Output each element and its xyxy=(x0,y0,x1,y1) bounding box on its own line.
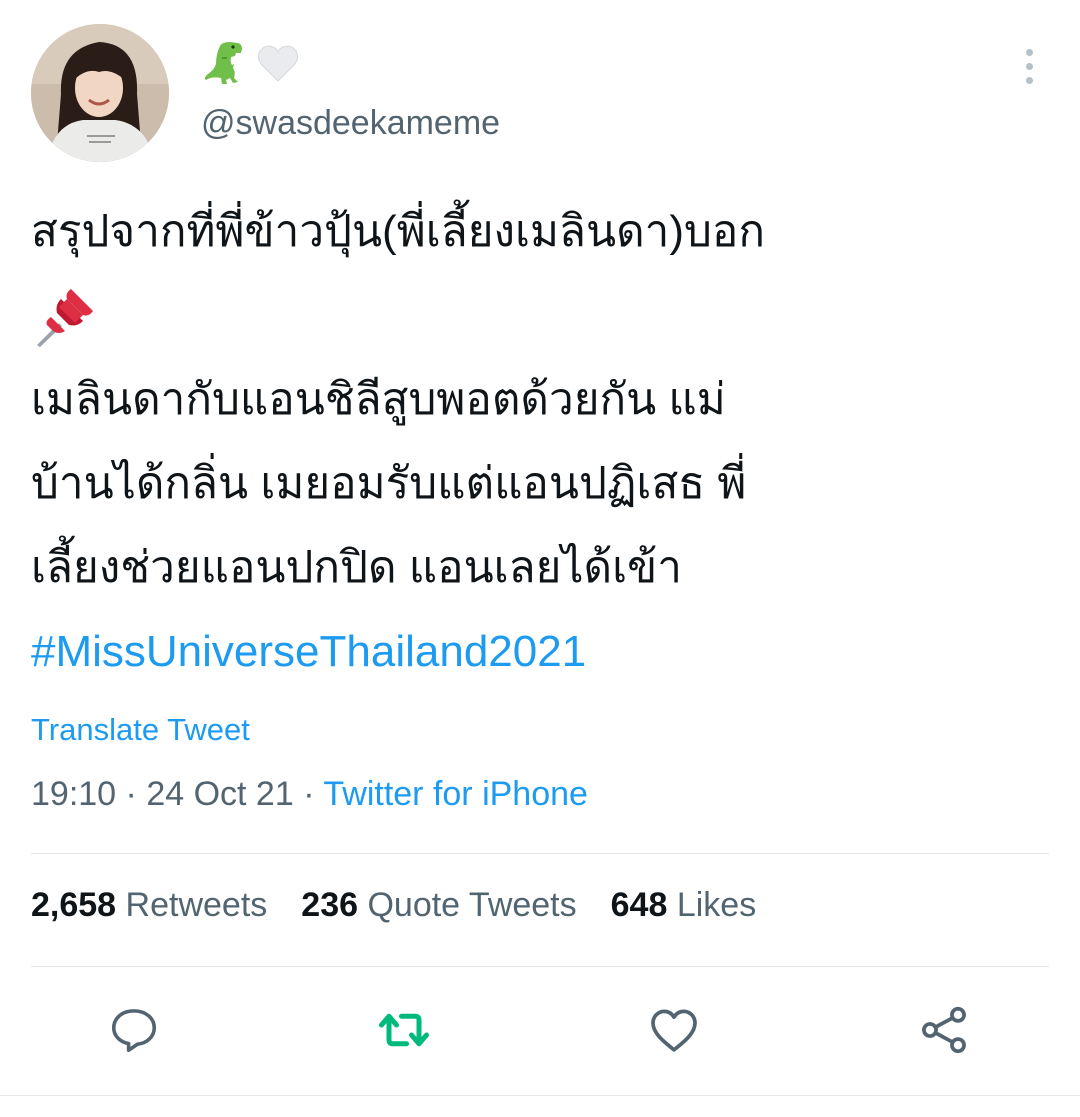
likes-label: Likes xyxy=(676,886,757,924)
like-button[interactable] xyxy=(644,1000,704,1060)
retweets-count: 2,658 xyxy=(31,886,117,924)
likes-stat[interactable]: 648 Likes xyxy=(611,886,757,925)
retweets-stat[interactable]: 2,658 Retweets xyxy=(31,886,267,925)
translate-tweet-link[interactable]: Translate Tweet xyxy=(31,712,250,748)
avatar[interactable] xyxy=(31,24,169,162)
vertical-ellipsis-icon xyxy=(1025,48,1033,56)
quote-tweets-stat[interactable]: 236 Quote Tweets xyxy=(301,886,576,925)
retweet-button[interactable] xyxy=(374,1000,434,1060)
divider xyxy=(31,853,1049,854)
divider xyxy=(0,1095,1080,1096)
reply-icon xyxy=(111,1009,157,1053)
tweet-text-line: เลี้ยงช่วยแอนปกปิด แอนเลยได้เข้า xyxy=(31,543,682,592)
tweet-text-line: เมลินดากับแอนชิลีสูบพอตด้วยกัน แม่ xyxy=(31,375,726,424)
tweet-time: 19:10 xyxy=(31,775,117,813)
separator: · xyxy=(125,775,137,813)
divider xyxy=(31,966,1049,967)
share-icon xyxy=(922,1006,966,1054)
tweet-source-link[interactable]: Twitter for iPhone xyxy=(323,775,588,813)
dinosaur-emoji xyxy=(200,40,248,86)
tweet-metadata: 19:10 · 24 Oct 21 · Twitter for iPhone xyxy=(31,775,588,814)
tweet-text: สรุปจากที่พี่ข้าวปุ้น(พี่เลี้ยงเมลินดา)บ… xyxy=(31,190,1041,694)
reply-button[interactable] xyxy=(104,1000,164,1060)
tweet-date: 24 Oct 21 xyxy=(146,775,294,813)
quote-tweets-count: 236 xyxy=(301,886,359,924)
separator: · xyxy=(303,775,315,813)
more-options-button[interactable] xyxy=(1012,44,1046,88)
white-heart-emoji xyxy=(254,40,302,86)
tweet-text-line: บ้านได้กลิ่น เมยอมรับแต่แอนปฏิเสธ พี่ xyxy=(31,459,747,508)
tweet-text-line: สรุปจากที่พี่ข้าวปุ้น(พี่เลี้ยงเมลินดา)บ… xyxy=(31,207,765,256)
quote-tweets-label: Quote Tweets xyxy=(367,886,577,924)
share-button[interactable] xyxy=(914,1000,974,1060)
pushpin-emoji xyxy=(31,274,1041,358)
hashtag-link[interactable]: #MissUniverseThailand2021 xyxy=(31,610,1041,694)
heart-icon xyxy=(651,1009,697,1052)
profile-photo xyxy=(31,24,169,162)
retweet-icon xyxy=(379,1013,429,1047)
username-handle[interactable]: @swasdeekameme xyxy=(201,104,500,143)
likes-count: 648 xyxy=(610,886,668,924)
retweets-label: Retweets xyxy=(125,886,268,924)
engagement-stats: 2,658 Retweets 236 Quote Tweets 648 Like… xyxy=(31,886,756,925)
display-name[interactable] xyxy=(200,40,302,86)
